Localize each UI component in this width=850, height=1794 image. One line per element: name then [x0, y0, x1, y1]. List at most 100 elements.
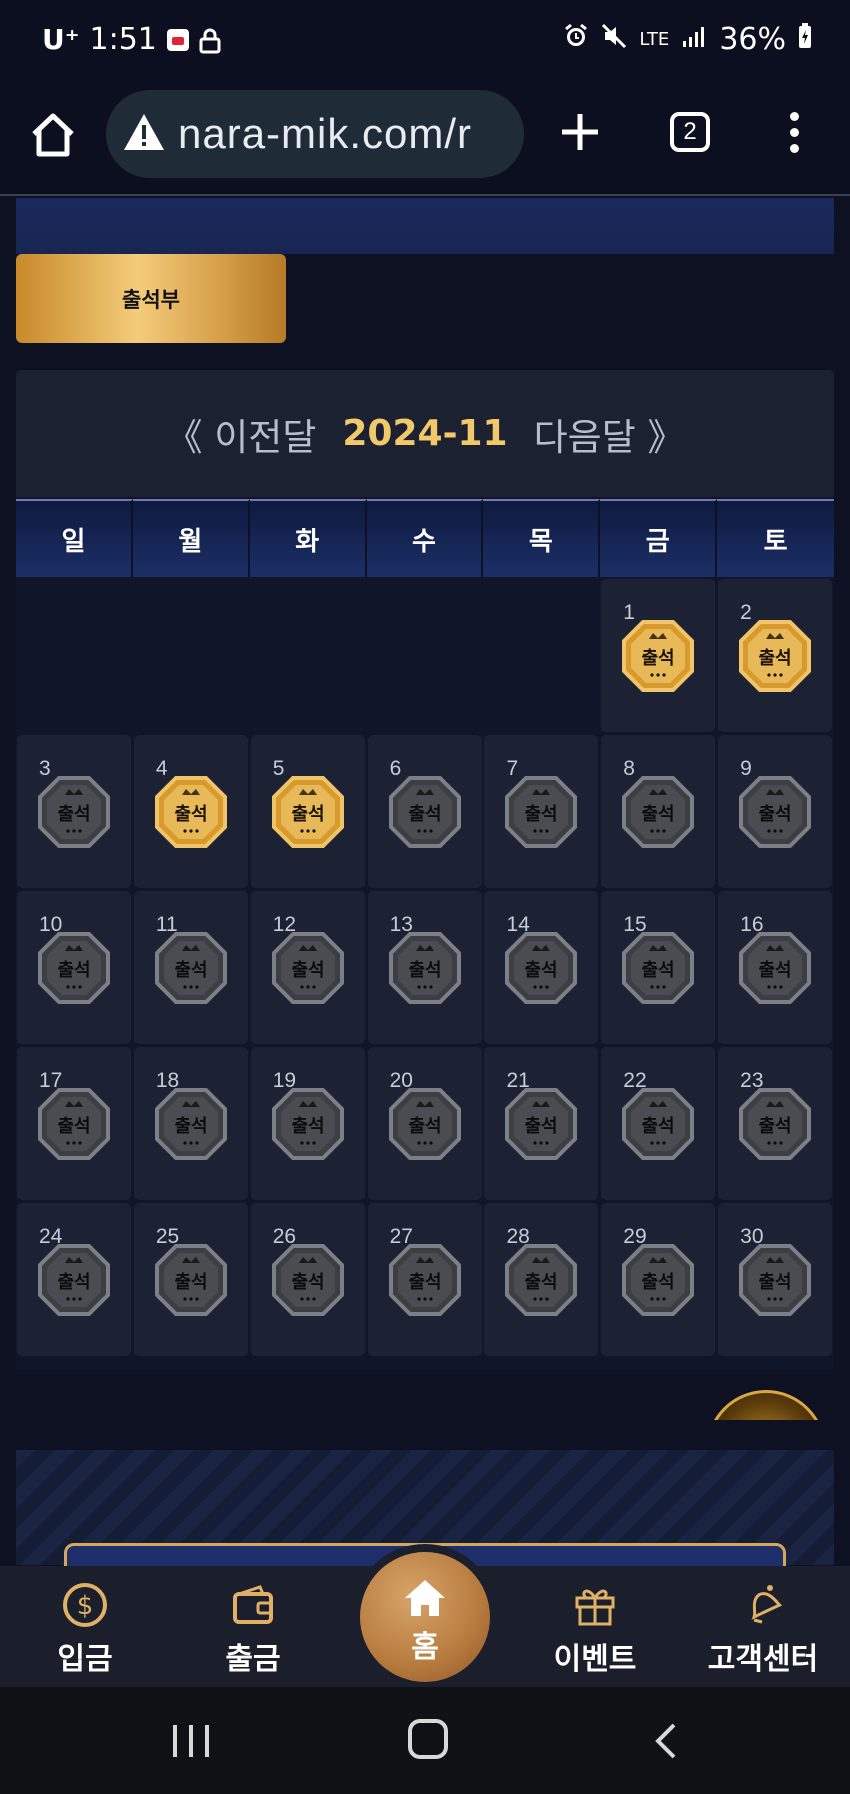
calendar-day-cell[interactable]: 6 출석: [367, 735, 482, 888]
calendar-day-cell[interactable]: 3 출석: [17, 735, 131, 888]
svg-text:출석: 출석: [759, 804, 792, 825]
tab-switcher-button[interactable]: 2: [670, 112, 710, 152]
calendar-day-cell[interactable]: 13 출석: [367, 891, 482, 1044]
weekday-label: 토: [717, 499, 835, 577]
network-type: LTE: [639, 28, 670, 50]
new-tab-icon[interactable]: [558, 110, 602, 154]
calendar-header: 《 이전달 2024-11 다음달 》: [16, 370, 834, 497]
not-attended-badge-icon: 출석: [37, 775, 111, 849]
calendar-day-cell[interactable]: 30 출석: [718, 1203, 833, 1356]
calendar-day-cell[interactable]: 21 출석: [484, 1047, 599, 1200]
gift-icon: [572, 1582, 618, 1628]
svg-text:출석: 출석: [408, 1116, 441, 1137]
svg-text:$: $: [77, 1591, 94, 1621]
weekday-label: 화: [249, 499, 367, 577]
system-home-icon[interactable]: [408, 1719, 448, 1759]
calendar-day-cell[interactable]: 9 출석: [718, 735, 833, 888]
floating-crown-button[interactable]: [706, 1390, 826, 1420]
calendar-day-cell[interactable]: 2 출석: [718, 579, 833, 732]
calendar-day-cell[interactable]: 12 출석: [250, 891, 365, 1044]
calendar-day-cell[interactable]: 8 출석: [601, 735, 716, 888]
attended-badge-icon: 출석: [621, 619, 695, 693]
svg-text:출석: 출석: [291, 1272, 324, 1293]
warning-icon[interactable]: [122, 112, 166, 152]
back-icon[interactable]: [650, 1721, 680, 1761]
not-attended-badge-icon: 출석: [388, 931, 462, 1005]
alarm-icon: [563, 22, 589, 57]
nav-event[interactable]: 이벤트: [520, 1566, 670, 1687]
not-attended-badge-icon: 출석: [37, 1087, 111, 1161]
signal-icon: [681, 22, 707, 57]
nav-deposit[interactable]: $ 입금: [10, 1566, 160, 1687]
calendar-day-cell[interactable]: 26 출석: [250, 1203, 365, 1356]
address-bar[interactable]: nara-mik.com/r: [106, 90, 524, 178]
calendar-day-cell[interactable]: 15 출석: [601, 891, 716, 1044]
calendar-day-cell[interactable]: 11 출석: [133, 891, 248, 1044]
calendar-notification-icon: [166, 28, 189, 51]
mute-icon: [601, 22, 627, 57]
calendar-day-cell[interactable]: 4 출석: [133, 735, 248, 888]
wallet-icon: [230, 1582, 276, 1628]
svg-text:출석: 출석: [57, 1116, 90, 1137]
not-attended-badge-icon: 출석: [154, 1243, 228, 1317]
not-attended-badge-icon: 출석: [738, 931, 812, 1005]
calendar-day-cell[interactable]: 14 출석: [484, 891, 599, 1044]
dollar-coin-icon: $: [62, 1582, 108, 1628]
attendance-button[interactable]: 출석부: [16, 254, 286, 343]
svg-text:출석: 출석: [291, 804, 324, 825]
weekday-row: 일월화수목금토: [16, 499, 835, 577]
not-attended-badge-icon: 출석: [621, 775, 695, 849]
svg-text:출석: 출석: [759, 960, 792, 981]
svg-text:출석: 출석: [408, 960, 441, 981]
weekday-label: 월: [132, 499, 250, 577]
svg-text:출석: 출석: [525, 1272, 558, 1293]
calendar-day-cell[interactable]: 22 출석: [601, 1047, 716, 1200]
not-attended-badge-icon: 출석: [388, 1087, 462, 1161]
nav-home-label: 홈: [411, 1630, 439, 1665]
nav-home-button[interactable]: 홈: [360, 1552, 490, 1682]
carrier-label: U⁺: [42, 23, 80, 56]
more-menu-icon[interactable]: [788, 112, 800, 156]
calendar-day-cell[interactable]: 19 출석: [250, 1047, 365, 1200]
not-attended-badge-icon: 출석: [388, 775, 462, 849]
not-attended-badge-icon: 출석: [37, 931, 111, 1005]
calendar-day-cell[interactable]: 7 출석: [484, 735, 599, 888]
calendar-day-cell[interactable]: 28 출석: [484, 1203, 599, 1356]
calendar-day-cell[interactable]: 16 출석: [718, 891, 833, 1044]
weekday-label: 금: [600, 499, 718, 577]
recents-icon[interactable]: [170, 1723, 212, 1759]
prev-month-link[interactable]: 《 이전달: [165, 407, 316, 461]
not-attended-badge-icon: 출석: [271, 1087, 345, 1161]
svg-text:출석: 출석: [525, 960, 558, 981]
calendar-day-cell[interactable]: 17 출석: [17, 1047, 131, 1200]
calendar-day-cell[interactable]: 10 출석: [17, 891, 131, 1044]
not-attended-badge-icon: 출석: [738, 1087, 812, 1161]
svg-text:출석: 출석: [57, 960, 90, 981]
nav-withdraw-label: 출금: [225, 1642, 281, 1677]
calendar-day-cell[interactable]: 18 출석: [133, 1047, 248, 1200]
calendar-day-cell[interactable]: 27 출석: [367, 1203, 482, 1356]
calendar-day-cell[interactable]: 25 출석: [133, 1203, 248, 1356]
not-attended-badge-icon: 출석: [154, 1087, 228, 1161]
calendar-day-cell[interactable]: 24 출석: [17, 1203, 131, 1356]
svg-text:출석: 출석: [57, 804, 90, 825]
nav-withdraw[interactable]: 출금: [178, 1566, 328, 1687]
calendar-day-cell[interactable]: 1 출석: [601, 579, 716, 732]
url-text[interactable]: nara-mik.com/r: [178, 110, 472, 158]
svg-text:출석: 출석: [642, 960, 675, 981]
not-attended-badge-icon: 출석: [154, 931, 228, 1005]
svg-text:출석: 출석: [174, 1272, 207, 1293]
calendar-day-cell[interactable]: 29 출석: [601, 1203, 716, 1356]
calendar-day-cell[interactable]: 23 출석: [718, 1047, 833, 1200]
svg-text:출석: 출석: [525, 1116, 558, 1137]
calendar-day-cell[interactable]: 20 출석: [367, 1047, 482, 1200]
not-attended-badge-icon: 출석: [504, 931, 578, 1005]
next-month-link[interactable]: 다음달 》: [534, 407, 685, 461]
svg-text:출석: 출석: [291, 1116, 324, 1137]
calendar-day-cell[interactable]: 5 출석: [250, 735, 365, 888]
bell-icon: [740, 1582, 786, 1628]
browser-home-icon[interactable]: [28, 110, 78, 160]
nav-support[interactable]: 고객센터: [688, 1566, 838, 1687]
not-attended-badge-icon: 출석: [621, 1087, 695, 1161]
nav-event-label: 이벤트: [553, 1642, 637, 1677]
